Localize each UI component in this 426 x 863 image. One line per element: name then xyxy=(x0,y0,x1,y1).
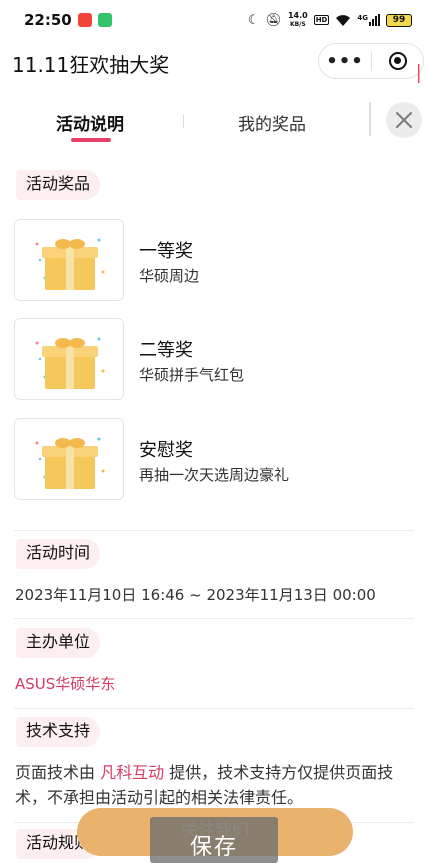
battery-icon: 99 xyxy=(386,13,412,27)
close-button[interactable] xyxy=(386,102,422,138)
divider xyxy=(14,618,414,619)
prize-desc: 华硕拼手气红包 xyxy=(139,366,245,384)
prize-image xyxy=(14,318,124,400)
support-section-label: 技术支持 xyxy=(16,717,101,747)
close-icon xyxy=(396,112,412,128)
prize-image xyxy=(14,418,124,500)
moon-icon: ☾ xyxy=(247,12,260,28)
activity-time: 2023年11月10日 16:46 ~ 2023年11月13日 00:00 xyxy=(15,586,376,604)
more-dots-icon[interactable]: ••• xyxy=(319,44,371,78)
prize-name: 一等奖 xyxy=(139,241,193,262)
prize-name: 安慰奖 xyxy=(139,440,193,461)
target-icon xyxy=(388,52,407,70)
prize-desc: 再抽一次天选周边豪礼 xyxy=(139,466,290,484)
support-text: 页面技术由 凡科互动 提供，技术支持方仅提供页面技术，不承担由活动引起的相关法律… xyxy=(15,760,411,810)
notification-app-icon xyxy=(77,13,92,27)
support-provider-link[interactable]: 凡科互动 xyxy=(100,763,164,782)
net-speed-value: 14.0 xyxy=(287,10,308,20)
organizer-link[interactable]: ASUS华硕华东 xyxy=(15,673,115,694)
title-bar: 11.11狂欢抽大奖 ••• ▏ xyxy=(0,40,426,84)
save-label: 保存 xyxy=(189,835,238,860)
signal-icon: 4G xyxy=(357,14,380,26)
status-bar: 22:50 ☾ 🔕︎ 14.0 KB/S HD 4G 99 xyxy=(0,0,426,40)
exit-miniprogram-button[interactable] xyxy=(372,44,423,78)
signal-type: 4G xyxy=(357,14,368,22)
tab-divider xyxy=(369,102,371,136)
divider xyxy=(14,530,414,531)
gift-box-icon xyxy=(35,238,105,290)
gift-box-icon xyxy=(35,337,105,389)
hd-badge: HD xyxy=(313,15,330,25)
prize-card: 一等奖 华硕周边 xyxy=(14,219,414,301)
prizes-section-label: 活动奖品 xyxy=(16,170,101,200)
status-icons: ☾ 🔕︎ 14.0 KB/S HD 4G 99 xyxy=(247,10,412,29)
net-speed-unit: KB/S xyxy=(289,20,306,28)
time-section-label: 活动时间 xyxy=(16,539,101,569)
miniprogram-capsule: ••• xyxy=(318,43,424,79)
prize-card: 安慰奖 再抽一次天选周边豪礼 xyxy=(14,418,414,500)
wifi-icon xyxy=(336,14,351,26)
net-speed: 14.0 KB/S xyxy=(287,10,308,29)
status-time: 22:50 xyxy=(24,11,72,29)
prize-name: 二等奖 xyxy=(139,340,193,361)
tab-my-prizes[interactable]: 我的奖品 xyxy=(238,110,306,135)
gift-box-icon xyxy=(35,437,105,489)
tab-bar: 活动说明 我的奖品 xyxy=(0,96,426,152)
active-tab-indicator xyxy=(71,138,111,142)
prize-image xyxy=(14,219,124,301)
tab-activity-info[interactable]: 活动说明 xyxy=(56,110,124,135)
tab-divider xyxy=(183,114,184,128)
save-popup[interactable]: 保存 xyxy=(150,817,278,863)
mute-icon: 🔕︎ xyxy=(265,12,282,28)
organizer-section-label: 主办单位 xyxy=(16,628,101,658)
prize-card: 二等奖 华硕拼手气红包 xyxy=(14,318,414,400)
divider xyxy=(14,708,414,709)
prize-desc: 华硕周边 xyxy=(139,267,200,285)
page-title: 11.11狂欢抽大奖 xyxy=(12,53,170,77)
notification-app-icon xyxy=(97,13,112,27)
support-text-before: 页面技术由 xyxy=(15,763,101,782)
edge-mark: ▏ xyxy=(418,64,426,83)
